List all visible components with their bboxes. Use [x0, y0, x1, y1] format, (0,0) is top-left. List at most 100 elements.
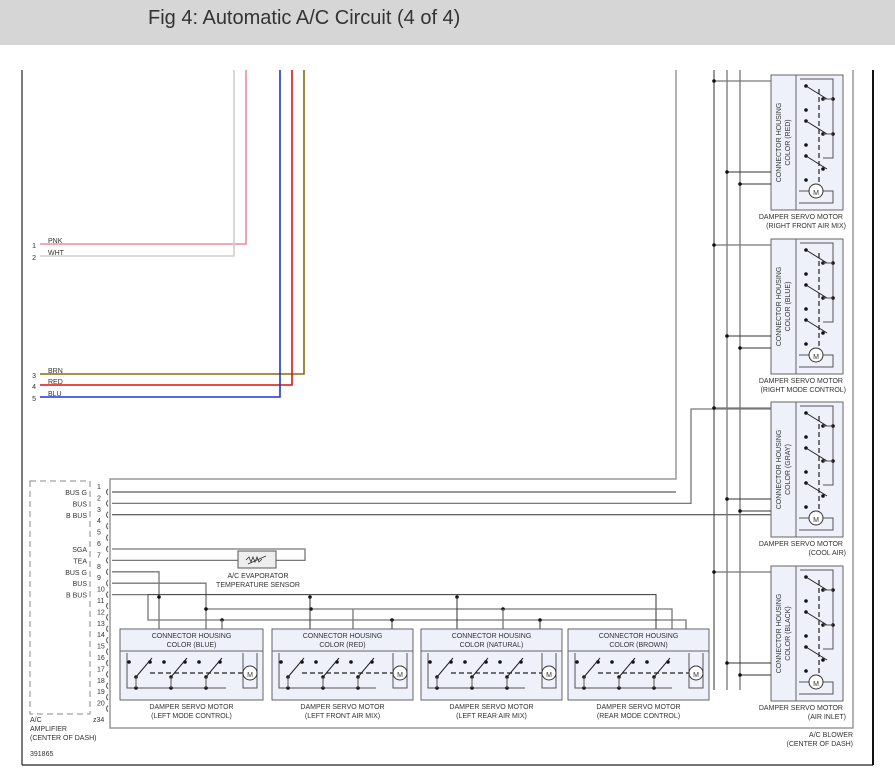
wire-brn: [40, 70, 305, 375]
bus-wire: [206, 608, 673, 629]
bus-wire: [148, 594, 657, 629]
junction-dot: [712, 406, 716, 410]
connector-housing-color: COLOR (BLACK): [785, 606, 792, 660]
wire-color-label: PNK: [48, 238, 63, 245]
junction-dot: [804, 307, 808, 311]
connector-terminal: [106, 568, 109, 576]
motor-label: M: [813, 354, 819, 361]
servo-function: (RIGHT MODE CONTROL): [761, 387, 846, 394]
junction-dot: [738, 182, 742, 186]
connector-housing-color: COLOR (BLUE): [785, 282, 792, 332]
servo-function: (REAR MODE CONTROL): [597, 713, 680, 720]
amplifier-pin-number: 3: [97, 507, 101, 514]
wire-pin-number: 1: [32, 243, 36, 250]
connector-terminal: [106, 693, 109, 701]
junction-dot: [314, 660, 318, 664]
junction-dot: [162, 660, 166, 664]
junction-dot: [804, 108, 808, 112]
motor-label: M: [546, 672, 552, 679]
connector-terminal: [106, 579, 109, 587]
connector-housing-label: CONNECTOR HOUSING: [776, 267, 783, 347]
servo-name: DAMPER SERVO MOTOR: [449, 704, 533, 711]
junction-dot: [610, 660, 614, 664]
junction-dot: [725, 497, 729, 501]
motor-label: M: [813, 517, 819, 524]
junction-dot: [804, 505, 808, 509]
sensor-label: A/C EVAPORATOR: [227, 573, 288, 580]
junction-dot: [349, 660, 353, 664]
junction-dot: [804, 599, 808, 603]
bus-wire: [112, 593, 687, 629]
amplifier-pin-number: 5: [97, 530, 101, 537]
junction-dot: [725, 334, 729, 338]
connector-terminal: [106, 648, 109, 655]
junction-dot: [712, 243, 716, 247]
junction-dot: [712, 79, 716, 83]
amplifier-pin-label: SGA: [72, 547, 87, 554]
servo-name: DAMPER SERVO MOTOR: [759, 705, 843, 712]
wire-color-label: BLU: [48, 391, 62, 398]
amplifier-pin-number: 6: [97, 541, 101, 548]
connector-housing-label: CONNECTOR HOUSING: [452, 633, 532, 640]
junction-dot: [157, 595, 161, 599]
junction-dot: [738, 346, 742, 350]
motor-label: M: [397, 672, 403, 679]
connector-terminal: [106, 602, 109, 610]
junction-dot: [738, 509, 742, 513]
junction-dot: [804, 435, 808, 439]
wire-pin-number: 5: [32, 396, 36, 403]
junction-dot: [804, 178, 808, 182]
junction-dot: [804, 669, 808, 673]
junction-dot: [712, 570, 716, 574]
servo-function: (AIR INLET): [808, 714, 846, 721]
motor-label: M: [813, 681, 819, 688]
connector-terminal: [106, 557, 109, 564]
servo-name: DAMPER SERVO MOTOR: [149, 704, 233, 711]
amplifier-name: AMPLIFIER: [30, 726, 67, 733]
amplifier-pin-label: TEA: [73, 558, 87, 565]
servo-function: (COOL AIR): [809, 550, 846, 557]
junction-dot: [498, 660, 502, 664]
junction-dot: [738, 673, 742, 677]
connector-housing-color: COLOR (RED): [785, 119, 792, 165]
connector-housing-label: CONNECTOR HOUSING: [303, 633, 383, 640]
amplifier-pin-label: BUS G: [65, 570, 87, 577]
junction-dot: [428, 660, 432, 664]
junction-dot: [804, 272, 808, 276]
connector-housing-color: COLOR (BROWN): [609, 642, 667, 649]
connector-housing-color: COLOR (GRAY): [785, 444, 792, 495]
connector-housing-label: CONNECTOR HOUSING: [776, 103, 783, 183]
connector-terminal: [106, 500, 109, 507]
junction-dot: [645, 660, 649, 664]
wire-color-label: WHT: [48, 250, 65, 257]
wire-pin-number: 3: [32, 373, 36, 380]
amplifier-pin-number: 18: [97, 678, 105, 685]
junction-dot: [804, 634, 808, 638]
servo-function: (LEFT FRONT AIR MIX): [305, 713, 380, 720]
connector-terminal: [106, 534, 109, 541]
amplifier-pin-number: 20: [97, 701, 105, 708]
junction-dot: [804, 470, 808, 474]
connector-terminal: [106, 591, 109, 598]
connector-terminal: [106, 614, 109, 621]
amplifier-pin-label: B BUS: [66, 593, 87, 600]
connector-housing-label: CONNECTOR HOUSING: [776, 430, 783, 510]
connector-terminal: [106, 682, 109, 690]
connector-housing-label: CONNECTOR HOUSING: [776, 594, 783, 674]
junction-dot: [127, 660, 131, 664]
amplifier-pin-label: BUS G: [65, 490, 87, 497]
servo-function: (RIGHT FRONT AIR MIX): [766, 223, 846, 230]
amplifier-pin-number: 12: [97, 609, 105, 616]
amplifier-pin-number: 7: [97, 552, 101, 559]
junction-dot: [725, 661, 729, 665]
junction-dot: [804, 342, 808, 346]
connector-terminal: [106, 625, 109, 633]
wire-color-label: BRN: [48, 368, 63, 375]
connector-terminal: [106, 522, 109, 530]
servo-name: DAMPER SERVO MOTOR: [596, 704, 680, 711]
connector-terminal: [106, 511, 109, 519]
amplifier-pin-number: 16: [97, 655, 105, 662]
wire-pin-number: 4: [32, 384, 36, 391]
connector-terminal: [106, 488, 109, 496]
amplifier-pin-number: 13: [97, 621, 105, 628]
